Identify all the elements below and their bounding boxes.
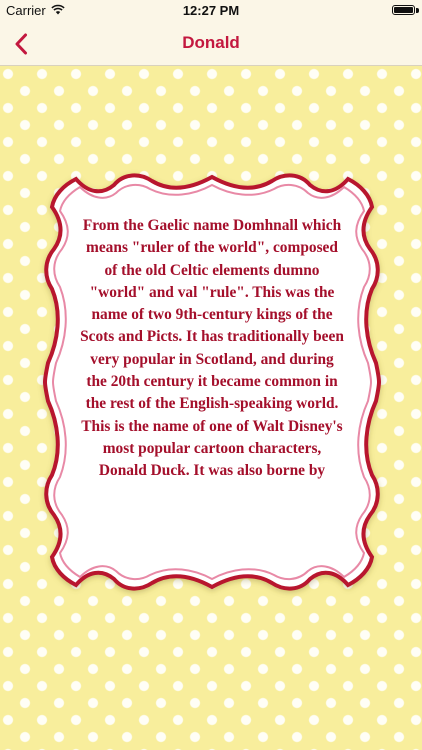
back-button[interactable] xyxy=(6,26,36,62)
name-meaning-card: From the Gaelic name Domhnall which mean… xyxy=(36,163,388,601)
status-time: 12:27 PM xyxy=(182,3,240,18)
chevron-left-icon xyxy=(15,33,27,55)
status-bar: Carrier 12:27 PM xyxy=(0,0,422,22)
page-title: Donald xyxy=(182,33,240,52)
battery-tip xyxy=(416,8,419,13)
battery-level xyxy=(394,7,413,13)
name-description: From the Gaelic name Domhnall which mean… xyxy=(80,217,344,480)
battery-icon xyxy=(392,5,415,15)
navigation-bar: Donald xyxy=(0,22,422,66)
